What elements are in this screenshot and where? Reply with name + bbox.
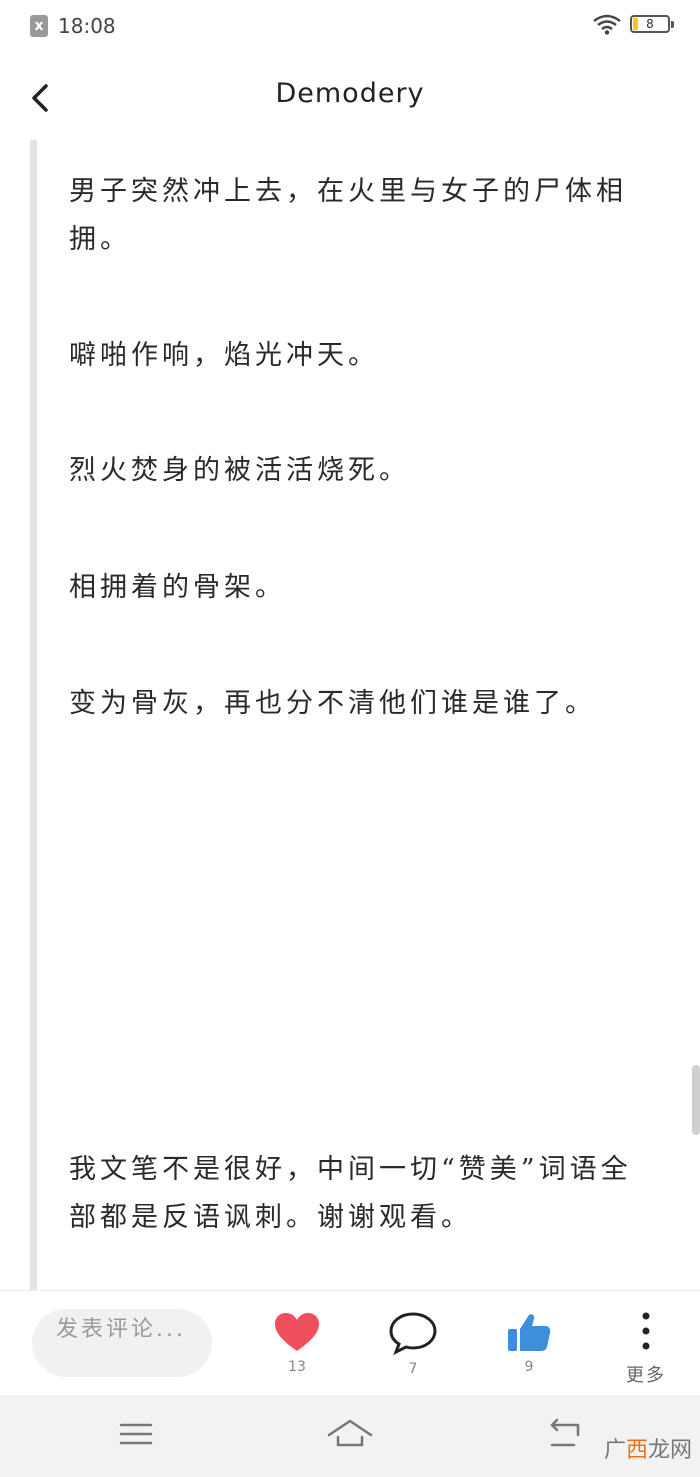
thumbs-up-icon: [508, 1314, 551, 1351]
wifi-icon: [593, 14, 621, 35]
more-dots-icon: [642, 1312, 650, 1350]
speech-bubble-icon: [389, 1312, 437, 1356]
back-nav-button[interactable]: [544, 1413, 584, 1457]
page-title: Demodery: [275, 78, 425, 109]
comment-count: 7: [408, 1361, 418, 1377]
status-time: 18:08: [58, 14, 116, 38]
status-bar: x 18:08 8: [0, 0, 700, 52]
thumb-up-button[interactable]: 9: [494, 1311, 564, 1375]
paragraph-6: 我文笔不是很好，中间一切“赞美”词语全部都是反语讽刺。谢谢观看。: [69, 1154, 632, 1233]
notification-icon: x: [30, 15, 48, 37]
paragraph-4: 相拥着的骨架。: [69, 572, 286, 603]
comment-button[interactable]: 7: [378, 1311, 448, 1377]
paragraph-5: 变为骨灰，再也分不清他们谁是谁了。: [69, 688, 596, 719]
paragraph-3: 烈火焚身的被活活烧死。: [69, 455, 410, 486]
more-label: 更多: [626, 1365, 666, 1386]
comment-input[interactable]: 发表评论...: [32, 1309, 212, 1377]
paragraph-2: 噼啪作响，焰光冲天。: [69, 340, 379, 371]
header: Demodery: [0, 60, 700, 136]
paragraph-1: 男子突然冲上去，在火里与女子的尸体相拥。: [69, 176, 627, 255]
menu-icon: [119, 1423, 153, 1445]
like-count: 13: [288, 1359, 306, 1375]
like-button[interactable]: 13: [262, 1311, 332, 1375]
article-content[interactable]: 男子突然冲上去，在火里与女子的尸体相拥。 噼啪作响，焰光冲天。 烈火焚身的被活活…: [30, 140, 677, 1290]
heart-icon: [275, 1313, 319, 1351]
watermark: 广西龙网: [603, 1438, 692, 1463]
more-button[interactable]: 更多: [611, 1311, 681, 1387]
home-button[interactable]: [326, 1413, 374, 1457]
system-nav-bar: [0, 1395, 700, 1477]
battery-icon: 8: [630, 15, 674, 33]
scrollbar-thumb[interactable]: [692, 1065, 700, 1135]
menu-button[interactable]: [118, 1413, 154, 1457]
battery-level: 8: [646, 17, 654, 31]
home-icon: [327, 1419, 373, 1447]
action-bar: 发表评论... 13 7 9 更多: [0, 1290, 700, 1395]
return-icon: [550, 1418, 580, 1447]
thumb-count: 9: [524, 1359, 534, 1375]
